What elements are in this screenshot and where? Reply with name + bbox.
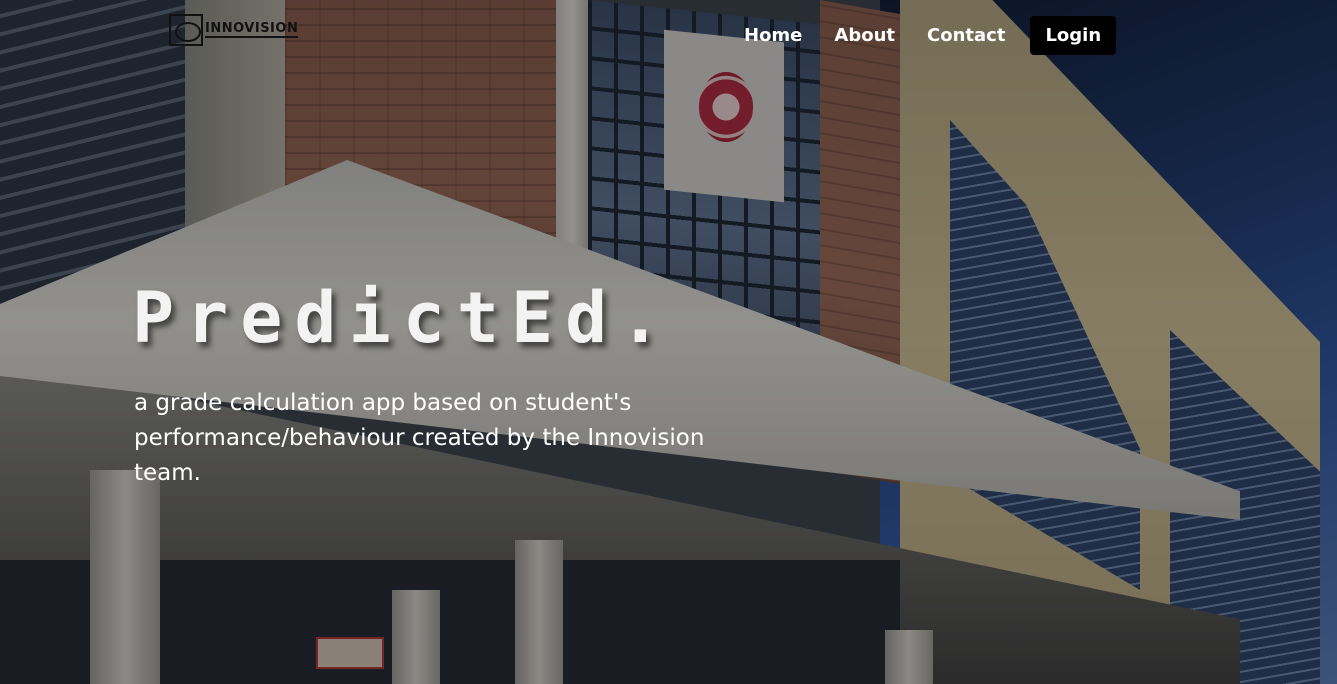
nav-home-link[interactable]: Home — [728, 17, 818, 54]
hero-title: PredictEd. — [132, 277, 674, 359]
hero-subtitle: a grade calculation app based on student… — [134, 390, 705, 486]
nav-about-link[interactable]: About — [818, 17, 911, 54]
brand-logo[interactable]: INNOVISION — [169, 14, 299, 46]
hero-section: INNOVISION Home About Contact Login Pred… — [0, 0, 1337, 684]
main-navigation: Home About Contact Login — [728, 16, 1117, 55]
logo-eye-icon — [169, 14, 203, 46]
nav-contact-link[interactable]: Contact — [911, 17, 1021, 54]
login-button[interactable]: Login — [1030, 16, 1117, 55]
logo-text: INNOVISION — [205, 21, 299, 38]
